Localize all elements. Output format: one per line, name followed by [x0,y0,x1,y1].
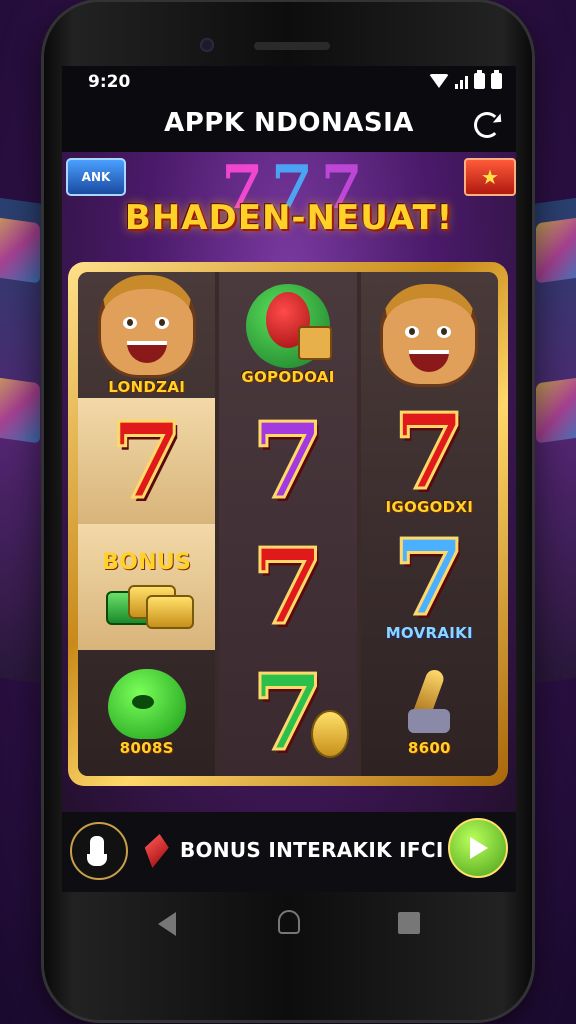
battery-icon [474,70,485,89]
background-slot-machine-left [0,195,50,685]
symbol-label: IGOGODXI [385,498,474,516]
wifi-icon [429,74,449,88]
hand-icon [87,836,107,866]
symbol-label: 8008S [119,739,174,757]
reel-cell: LONDZAI [78,272,215,398]
seven-red-icon: 7 [250,525,325,648]
star-icon: ★ [481,165,499,189]
battery-icon [491,70,502,89]
seven-red-icon: 7 [392,390,467,513]
reel-1: LONDZAI 7 BONUS 8008S [78,272,216,776]
gem-icon [140,834,171,868]
signal-icon [455,74,468,89]
play-button[interactable] [448,818,508,878]
reel-cell: 7 MOVRAIKI [361,524,498,650]
reel-cell: 8008S [78,650,215,776]
cash-stack-icon [102,581,194,629]
symbol-label: GOPODOAI [241,368,335,386]
home-icon[interactable] [278,910,300,934]
reel-cell: BONUS [78,524,216,650]
reel-cell: 7 IGOGODXI [361,398,498,524]
fruit-icon [245,284,332,368]
reel-cell: 8600 [361,650,498,776]
seven-cyan-icon: 7 [392,516,467,639]
status-time: 9:20 [88,72,131,92]
symbol-label: BONUS [102,549,192,575]
earpiece-speaker [254,42,330,50]
reel-cell: 7 [219,650,356,776]
recent-apps-icon[interactable] [398,912,420,934]
seven-purple-icon: 7 [250,399,325,522]
seven-red-icon: 7 [109,399,184,522]
bonus-text: BONUS INTERAKIK IFCI [180,838,444,862]
android-nav-bar [62,892,516,954]
reel-2: GOPODOAI 7 7 7 [219,272,357,776]
top-left-menu-button[interactable]: ANK [66,158,126,196]
reels-frame: LONDZAI 7 BONUS 8008S GOPODOAI 7 7 7 7 I… [68,262,508,786]
bottom-action-bar: BONUS INTERAKIK IFCI [62,812,516,892]
front-camera [200,38,214,52]
rocket-icon [404,669,454,739]
character-face-icon [380,283,479,387]
dice-icon [297,326,332,360]
symbol-label: 8600 [407,739,451,757]
background-slot-machine-right [526,195,576,685]
symbol-label: MOVRAIKI [385,624,473,642]
background-screen [0,376,40,444]
game-banner: BHADEN-NEUAT! [124,198,454,238]
status-icons [429,70,502,89]
reel-3: 7 IGOGODXI 7 MOVRAIKI 8600 [360,272,498,776]
background-screen [536,376,576,444]
app-title: APPK NDONASIA [164,108,414,138]
green-blob-icon [107,669,186,739]
reel-cell: 7 [78,398,216,524]
reel-cell: 7 [219,524,356,650]
top-right-star-button[interactable]: ★ [464,158,516,196]
reel-cell: GOPODOAI [219,272,356,398]
tap-hand-button[interactable] [70,822,128,880]
character-face-icon [97,274,196,378]
back-icon[interactable] [158,912,176,936]
symbol-label: LONDZAI [108,377,186,396]
background-screen [536,216,576,284]
background-screen [0,216,40,284]
reels[interactable]: LONDZAI 7 BONUS 8008S GOPODOAI 7 7 7 7 I… [78,272,498,776]
status-bar: 9:20 [62,66,516,98]
app-bar: APPK NDONASIA [62,98,516,152]
reel-cell: 7 [219,398,356,524]
reel-cell [361,272,498,398]
refresh-icon[interactable] [474,112,500,138]
phone-screen: 9:20 APPK NDONASIA ANK ★ 7 7 7 BHADEN-NE… [62,66,516,892]
coin-icon [310,710,349,758]
slot-game-area: ANK ★ 7 7 7 BHADEN-NEUAT! LONDZAI 7 BONU… [62,152,516,812]
